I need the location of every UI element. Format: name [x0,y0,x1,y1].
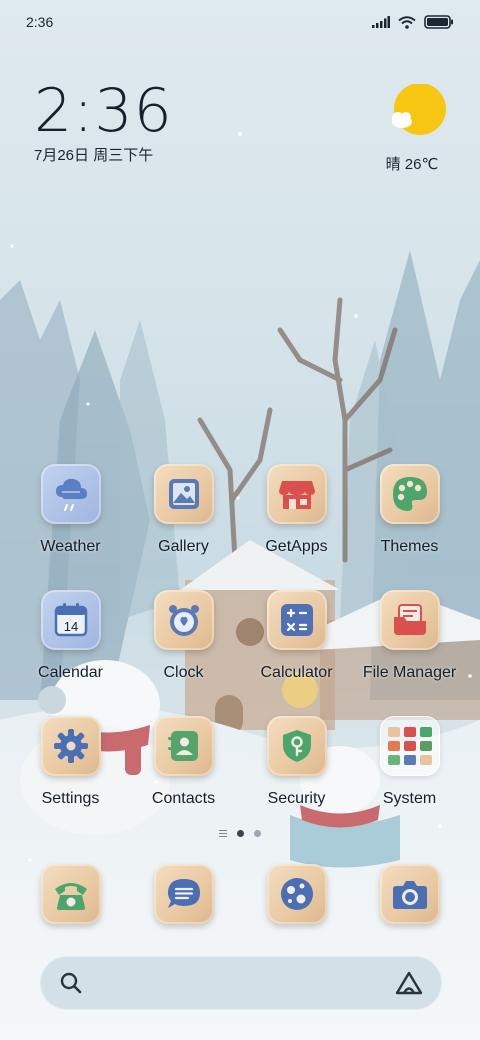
calendar-icon: 14 [54,603,87,637]
app-label: File Manager [362,664,457,681]
app-weather[interactable]: Weather [16,464,126,590]
page-indicator[interactable] [0,830,480,837]
app-label: Security [267,790,326,807]
app-label: Weather [40,538,101,555]
app-security[interactable]: Security [242,716,352,842]
app-folder-system[interactable]: System [355,716,465,842]
app-label: Contacts [151,790,216,807]
app-row-2: 14 Calendar Clock Calculator File Manage… [0,590,480,716]
app-row-3: Settings Contacts Security System [0,716,480,842]
dock-phone[interactable] [16,864,126,924]
clock-date: 7月26日 周三下午 [34,147,154,164]
weather-app-icon [40,464,101,524]
security-app-icon [266,716,327,776]
app-calculator[interactable]: Calculator [242,590,352,716]
clock-app-icon [153,590,214,650]
wifi-icon [398,15,416,29]
gallery-app-icon [153,464,214,524]
weather-widget[interactable]: 晴 26℃ [386,83,446,174]
dock-messages[interactable] [129,864,239,924]
clock-time: 2:36 [34,76,173,146]
contacts-app-icon [153,716,214,776]
sunny-weather-icon [392,83,446,135]
page-dot [254,830,261,837]
app-label: Clock [163,664,204,681]
signal-icon [372,16,390,28]
system-folder-icon [379,716,440,776]
file-manager-app-icon [379,590,440,650]
dock-camera[interactable] [355,864,465,924]
app-label: System [382,790,437,807]
browser-icon [266,864,327,924]
app-file-manager[interactable]: File Manager [355,590,465,716]
app-calendar[interactable]: 14 Calendar [16,590,126,716]
cloud-rain-icon [55,478,87,511]
shield-key-icon [282,730,311,762]
messages-icon [153,864,214,924]
page-list-icon [219,830,227,837]
getapps-app-icon [266,464,327,524]
calculator-icon [280,604,313,636]
calculator-app-icon [266,590,327,650]
calendar-app-icon: 14 [40,590,101,650]
folder-preview-grid [387,727,432,765]
app-themes[interactable]: Themes [355,464,465,590]
palette-icon [392,477,427,511]
gallery-icon [168,479,199,509]
dock [0,864,480,924]
phone-icon [40,864,101,924]
search-bar[interactable] [40,956,442,1010]
app-label: Calculator [260,664,333,681]
status-time: 2:36 [26,14,54,30]
app-label: Themes [380,538,439,555]
folder-icon [393,604,426,635]
contacts-icon [167,731,198,761]
status-bar: 2:36 [0,0,480,44]
app-row-1: Weather Gallery GetApps Themes [0,464,480,590]
page-dot-active [237,830,244,837]
search-icon [60,972,82,994]
app-gallery[interactable]: Gallery [129,464,239,590]
weather-condition-temp: 晴 26℃ [385,156,439,173]
app-contacts[interactable]: Contacts [129,716,239,842]
app-label: Settings [41,790,100,807]
battery-icon [424,15,453,29]
gear-icon [53,729,88,763]
dock-browser[interactable] [242,864,352,924]
settings-app-icon [40,716,101,776]
clock-widget[interactable]: 2:36 7月26日 周三下午 [34,80,173,165]
status-icons [372,15,454,29]
assistant-icon[interactable] [394,970,424,996]
camera-icon [379,864,440,924]
app-settings[interactable]: Settings [16,716,126,842]
store-icon [278,481,315,509]
app-clock[interactable]: Clock [129,590,239,716]
app-label: Gallery [158,538,209,555]
calendar-date-number: 14 [63,619,77,634]
app-grid: Weather Gallery GetApps Themes 14 Calend… [0,464,480,842]
app-label: GetApps [265,538,328,555]
themes-app-icon [379,464,440,524]
app-label: Calendar [38,664,103,681]
alarm-clock-icon [168,605,199,636]
app-getapps[interactable]: GetApps [242,464,352,590]
